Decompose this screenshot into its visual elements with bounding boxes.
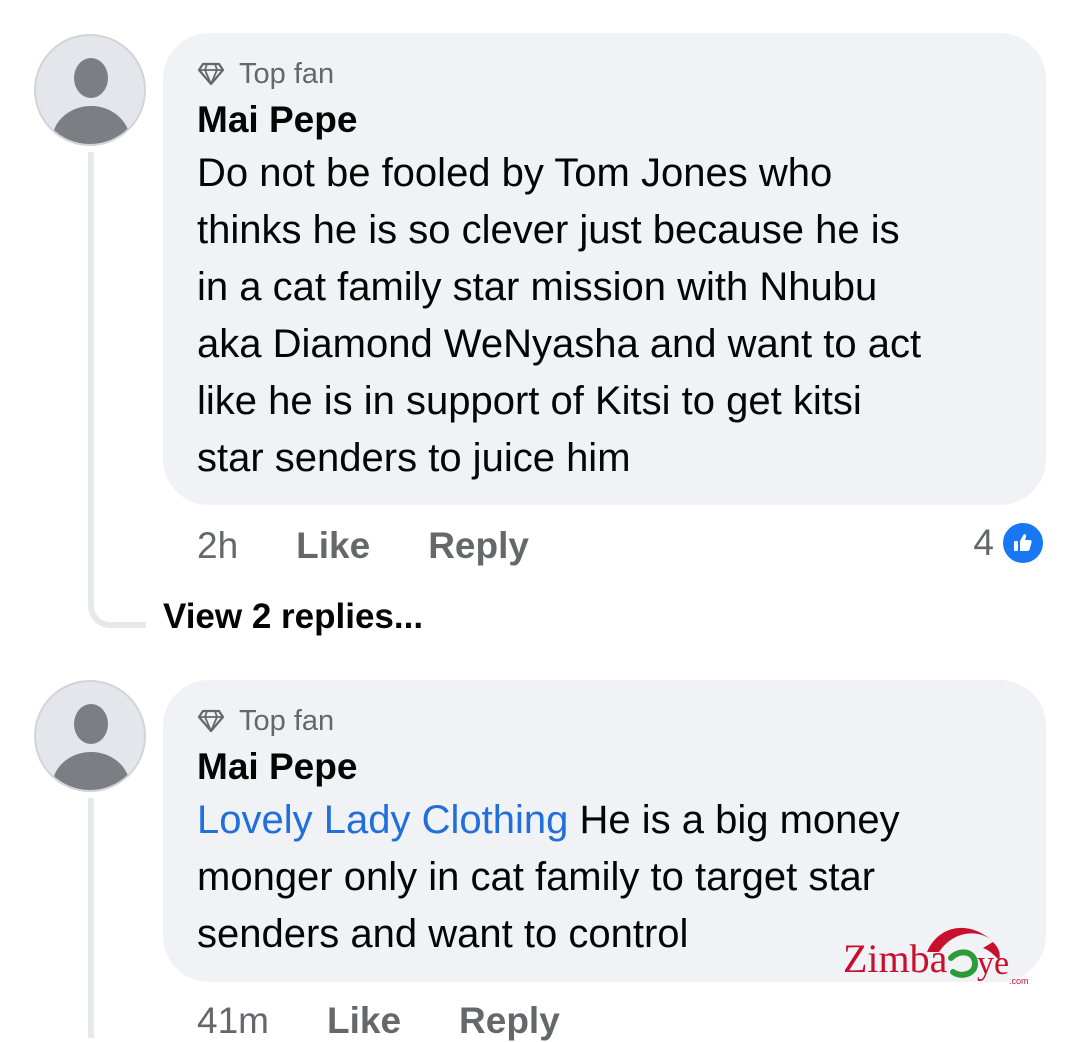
top-fan-badge: Top fan	[197, 57, 1012, 91]
badge-label: Top fan	[239, 57, 335, 90]
comment-line: star senders to juice him	[197, 436, 631, 480]
like-button[interactable]: Like	[296, 525, 370, 567]
diamond-icon	[197, 62, 225, 86]
zimbaeye-watermark-logo: Zimba ye .com	[843, 927, 1029, 986]
thumbs-up-icon	[1000, 520, 1046, 566]
avatar[interactable]	[34, 680, 146, 792]
reply-button[interactable]: Reply	[459, 1000, 560, 1042]
reply-button[interactable]: Reply	[428, 525, 529, 567]
author-name[interactable]: Mai Pepe	[197, 742, 1012, 792]
view-replies-link[interactable]: View 2 replies...	[163, 597, 423, 637]
comment-bubble: Top fan Mai Pepe Do not be fooled by Tom…	[163, 33, 1046, 505]
comment-line: monger only in cat family to target star	[197, 855, 876, 899]
reaction-count: 4	[973, 522, 994, 563]
avatar-body-icon	[52, 106, 130, 144]
comment-line: like he is in support of Kitsi to get ki…	[197, 379, 862, 423]
comment-text-fragment: He is a big money	[568, 798, 900, 842]
reaction-summary[interactable]: 4	[973, 520, 1046, 566]
avatar-body-icon	[52, 752, 130, 790]
mention-link[interactable]: Lovely Lady Clothing	[197, 798, 568, 842]
diamond-icon	[197, 709, 225, 733]
thread-connector	[88, 600, 146, 628]
avatar[interactable]	[34, 34, 146, 146]
timestamp[interactable]: 2h	[197, 525, 238, 567]
like-button[interactable]: Like	[327, 1000, 401, 1042]
timestamp[interactable]: 41m	[197, 1000, 269, 1042]
watermark-text: Zimba	[843, 936, 948, 981]
comment-actions: 41m Like Reply	[197, 1000, 618, 1042]
comment-line: Lovely Lady Clothing He is a big money	[197, 792, 1012, 849]
comment-line: in a cat family star mission with Nhubu	[197, 265, 878, 309]
avatar-head-icon	[74, 704, 108, 744]
comment-line: thinks he is so clever just because he i…	[197, 208, 900, 252]
thread-line	[88, 152, 94, 602]
watermark-text-end: ye	[977, 945, 1009, 982]
comment-text: Do not be fooled by Tom Jones who thinks…	[197, 145, 1012, 487]
top-fan-badge: Top fan	[197, 704, 1012, 738]
comment-actions: 2h Like Reply	[197, 525, 587, 567]
comment-line: aka Diamond WeNyasha and want to act	[197, 322, 922, 366]
author-name[interactable]: Mai Pepe	[197, 95, 1012, 145]
thread-line	[88, 798, 94, 1038]
watermark-suffix: .com	[1009, 976, 1029, 986]
avatar-head-icon	[74, 58, 108, 98]
comment-line: Do not be fooled by Tom Jones who	[197, 151, 833, 195]
badge-label: Top fan	[239, 704, 335, 737]
